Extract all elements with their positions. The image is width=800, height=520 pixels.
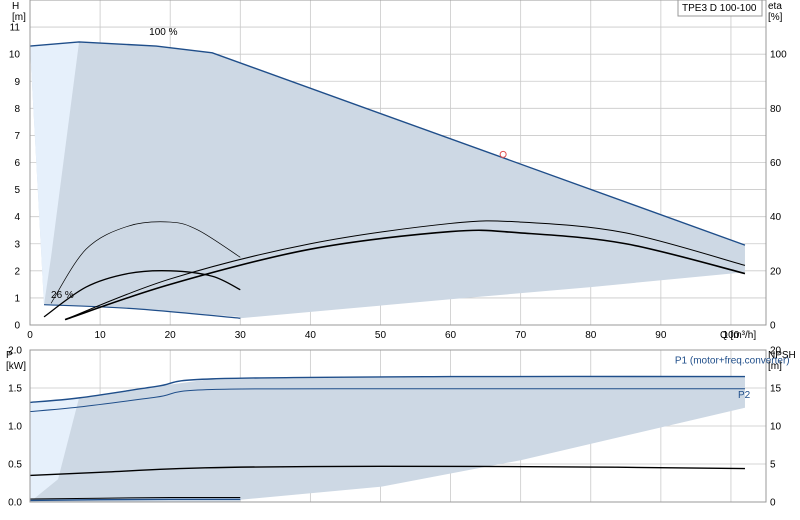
eta-tick-label: 0 bbox=[770, 321, 776, 332]
power-tick-label: 0.5 bbox=[8, 460, 22, 471]
x-tick-label: 60 bbox=[445, 330, 457, 341]
power-tick-label: 1.5 bbox=[8, 384, 22, 395]
y-tick-label: 2 bbox=[14, 266, 20, 277]
y-tick-label: 10 bbox=[9, 50, 21, 61]
power-tick-label: 0.0 bbox=[8, 498, 22, 509]
y-tick-label: 5 bbox=[14, 185, 20, 196]
x-tick-label: 70 bbox=[515, 330, 527, 341]
npsh-tick-label: 5 bbox=[770, 460, 776, 471]
speed-annotation: 100 % bbox=[149, 27, 177, 38]
p2-curve-label: P2 bbox=[738, 390, 751, 401]
eta-tick-labels: 0 20 40 60 80 100 bbox=[770, 50, 787, 332]
x-tick-label: 40 bbox=[305, 330, 317, 341]
y-tick-label: 7 bbox=[14, 131, 20, 142]
chart-title: TPE3 D 100-100 bbox=[682, 3, 757, 14]
npsh-tick-label: 15 bbox=[770, 384, 782, 395]
power-panel: P1 (motor+freq.converter)P2 0.0 0.5 1.0 1.5… bbox=[6, 346, 796, 509]
operating-range-area bbox=[30, 41, 745, 319]
x-tick-label: 20 bbox=[165, 330, 177, 341]
eta-tick-label: 20 bbox=[770, 266, 782, 277]
y-tick-label: 6 bbox=[14, 158, 20, 169]
x-tick-labels: 0 10 20 30 40 50 60 70 80 90 100 bbox=[27, 330, 740, 341]
pump-curve-chart: 100 %26 % 0 10 20 30 40 50 60 70 80 90 100 0123456… bbox=[6, 0, 796, 509]
y-tick-label: 1 bbox=[14, 293, 20, 304]
eta-tick-label: 80 bbox=[770, 104, 782, 115]
head-plot-area: 100 % 26 % bbox=[29, 0, 766, 326]
power-tick-label: 1.0 bbox=[8, 422, 22, 433]
duty-point-marker bbox=[499, 150, 507, 158]
y-tick-label: 3 bbox=[14, 239, 20, 250]
power-range-area bbox=[30, 376, 745, 502]
speed-annotation: 26 % bbox=[51, 290, 74, 301]
x-tick-label: 10 bbox=[95, 330, 107, 341]
power-plot-area: P1 (motor+freq.converter)P2 bbox=[29, 349, 790, 503]
npsh-tick-label: 0 bbox=[770, 498, 776, 509]
y-tick-label: 8 bbox=[14, 104, 20, 115]
y-tick-label: 11 bbox=[10, 23, 21, 34]
x-tick-label: 0 bbox=[27, 330, 33, 341]
npsh-tick-label: 10 bbox=[770, 422, 782, 433]
y-tick-labels: 0 1 2 3 4 5 6 7 8 9 10 11 bbox=[9, 23, 21, 332]
x-tick-label: 50 bbox=[375, 330, 387, 341]
y-tick-label: 0 bbox=[14, 321, 20, 332]
head-panel: 100 %26 % 0 10 20 30 40 50 60 70 80 90 100 0123456… bbox=[9, 0, 787, 341]
x-tick-label: 80 bbox=[585, 330, 597, 341]
eta-axis-label: eta [%] bbox=[768, 1, 783, 23]
x-tick-label: 30 bbox=[235, 330, 247, 341]
eta-tick-label: 100 bbox=[770, 50, 787, 61]
x-axis-label: Q [m³/h] bbox=[720, 330, 756, 341]
y-tick-label: 4 bbox=[14, 212, 20, 223]
y-axis-label: H [m] bbox=[12, 1, 26, 23]
eta-tick-label: 40 bbox=[770, 212, 782, 223]
y-tick-label: 9 bbox=[14, 77, 20, 88]
x-tick-label: 90 bbox=[655, 330, 667, 341]
eta-tick-label: 60 bbox=[770, 158, 782, 169]
